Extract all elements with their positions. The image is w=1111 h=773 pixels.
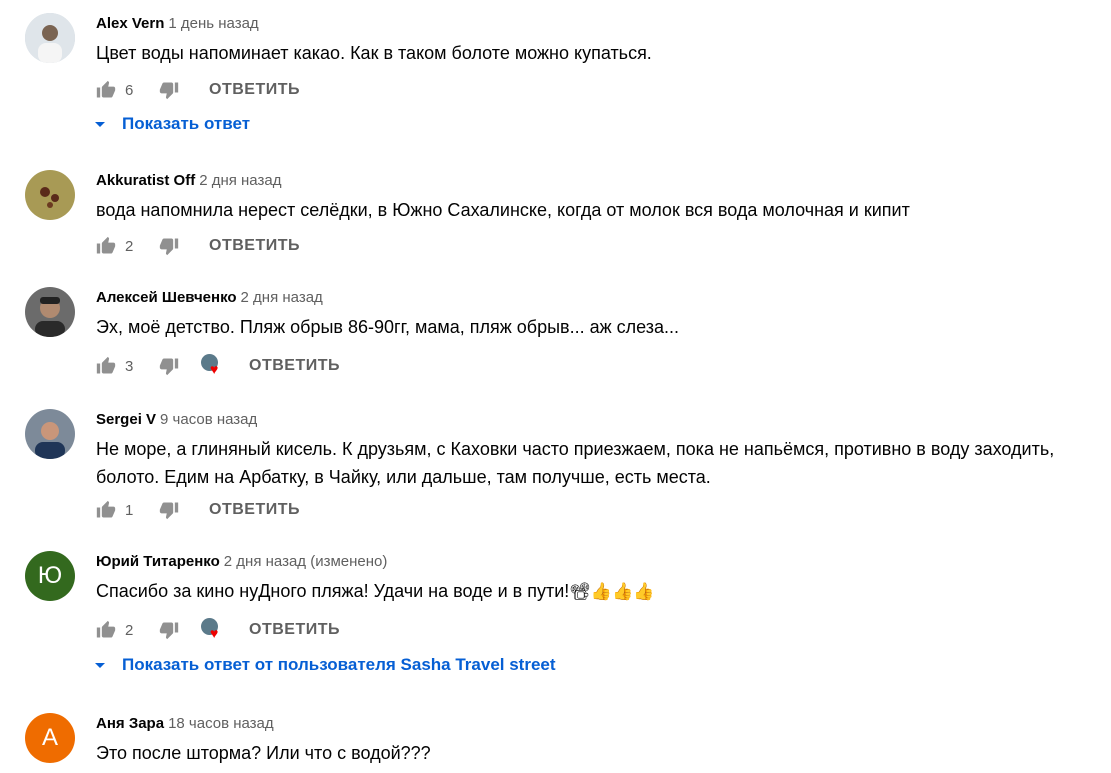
author-name[interactable]: Аня Зара	[96, 715, 164, 732]
author-name[interactable]: Алексей Шевченко	[96, 289, 237, 306]
avatar[interactable]	[25, 170, 75, 220]
show-replies-button[interactable]: Показать ответ	[95, 114, 251, 134]
dislike-icon[interactable]	[159, 80, 179, 100]
creator-heart-icon: ♥	[201, 354, 225, 378]
avatar-letter: Ю	[37, 562, 63, 589]
avatar[interactable]: А	[25, 713, 75, 763]
like-icon[interactable]	[96, 500, 116, 520]
chevron-down-icon	[95, 121, 105, 127]
dislike-icon[interactable]	[159, 236, 179, 256]
avatar[interactable]	[25, 287, 75, 337]
like-count: 2	[125, 237, 134, 255]
reply-button[interactable]: ОТВЕТИТЬ	[209, 81, 300, 99]
comment-header: Аня Зара 18 часов назад	[96, 715, 274, 732]
comment-actions: 3 ♥ ОТВЕТИТЬ	[96, 354, 340, 378]
comment-actions: 1 ОТВЕТИТЬ	[96, 498, 300, 522]
comment-actions: 6 ОТВЕТИТЬ	[96, 78, 300, 102]
avatar[interactable]	[25, 13, 75, 63]
timestamp[interactable]: 9 часов назад	[160, 411, 257, 428]
comment-actions: 2 ОТВЕТИТЬ	[96, 234, 300, 258]
reply-button[interactable]: ОТВЕТИТЬ	[249, 621, 340, 639]
show-replies-label: Показать ответ	[122, 114, 251, 133]
reply-button[interactable]: ОТВЕТИТЬ	[249, 357, 340, 375]
dislike-icon[interactable]	[159, 356, 179, 376]
like-count: 2	[125, 621, 134, 639]
timestamp[interactable]: 2 дня назад	[199, 172, 281, 189]
emoji-sequence: 📽👍👍👍	[569, 582, 655, 601]
like-count: 3	[125, 357, 134, 375]
avatar[interactable]: Ю	[25, 551, 75, 601]
like-icon[interactable]	[96, 80, 116, 100]
comment-text: вода напомнила нерест селёдки, в Южно Са…	[96, 200, 910, 220]
reply-button[interactable]: ОТВЕТИТЬ	[209, 237, 300, 255]
timestamp[interactable]: 2 дня назад	[241, 289, 323, 306]
comment-text: Это после шторма? Или что с водой???	[96, 743, 431, 763]
comment-header: Алексей Шевченко 2 дня назад	[96, 289, 323, 306]
show-replies-label: Показать ответ от пользователя Sasha Tra…	[122, 655, 556, 674]
reply-button[interactable]: ОТВЕТИТЬ	[209, 501, 300, 519]
comment-header: Sergei V9 часов назад	[96, 411, 257, 428]
author-name[interactable]: Akkuratist Off	[96, 172, 195, 189]
creator-heart-icon: ♥	[201, 618, 225, 642]
like-count: 1	[125, 501, 134, 519]
comment-text: Спасибо за кино нуДного пляжа! Удачи на …	[96, 577, 1086, 606]
show-replies-button[interactable]: Показать ответ от пользователя Sasha Tra…	[95, 655, 556, 675]
like-icon[interactable]	[96, 236, 116, 256]
like-icon[interactable]	[96, 620, 116, 640]
avatar-letter: А	[41, 724, 58, 751]
author-name[interactable]: Sergei V	[96, 411, 156, 428]
comment-header: Alex Vern 1 день назад	[96, 15, 259, 32]
dislike-icon[interactable]	[159, 500, 179, 520]
chevron-down-icon	[95, 662, 105, 668]
timestamp[interactable]: 1 день назад	[168, 15, 258, 32]
comment-text: Цвет воды напоминает какао. Как в таком …	[96, 43, 652, 63]
comment-header: Akkuratist Off 2 дня назад	[96, 172, 281, 189]
timestamp[interactable]: 18 часов назад	[168, 715, 274, 732]
comment-text-body: Спасибо за кино нуДного пляжа! Удачи на …	[96, 581, 570, 601]
dislike-icon[interactable]	[159, 620, 179, 640]
like-count: 6	[125, 81, 134, 99]
avatar[interactable]	[25, 409, 75, 459]
comment-header: Юрий Титаренко 2 дня назад (изменено)	[96, 553, 387, 570]
comment-text: Не море, а глиняный кисель. К друзьям, с…	[96, 439, 1055, 487]
timestamp[interactable]: 2 дня назад (изменено)	[224, 553, 388, 570]
comment-text: Эх, моё детство. Пляж обрыв 86-90гг, мам…	[96, 317, 680, 337]
author-name[interactable]: Юрий Титаренко	[96, 553, 220, 570]
like-icon[interactable]	[96, 356, 116, 376]
author-name[interactable]: Alex Vern	[96, 15, 164, 32]
comment-actions: 2 ♥ ОТВЕТИТЬ	[96, 618, 340, 642]
